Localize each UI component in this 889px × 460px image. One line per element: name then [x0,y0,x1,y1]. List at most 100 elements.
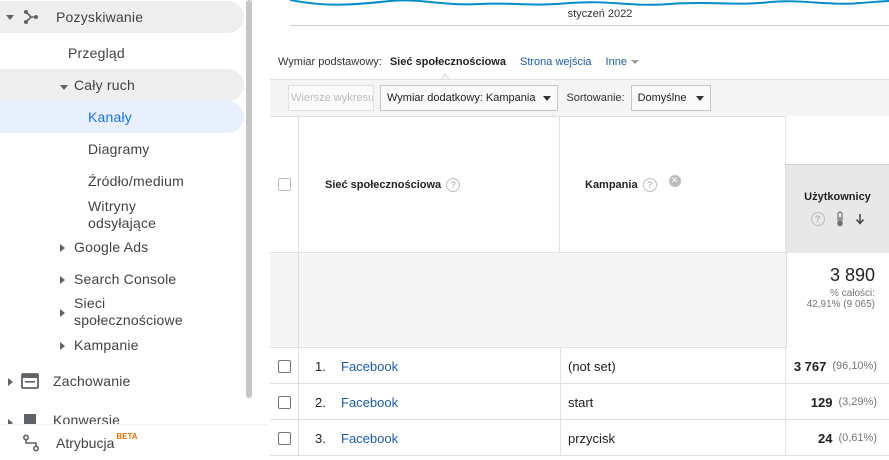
sidebar-item-campaigns[interactable]: Kampanie [60,329,139,361]
social-network-link[interactable]: Facebook [341,384,398,420]
users-value: 24 [818,430,833,446]
campaign-cell: (not set) [560,348,786,384]
users-cell: 3 767 (96,10%) [786,348,889,384]
sidebar-item-google-ads[interactable]: Google Ads [60,231,148,263]
sidebar-item-label: Źródło/medium [88,173,184,189]
dimension-other-dropdown[interactable]: Inne [606,56,639,68]
chevron-down-icon [543,95,552,101]
remove-dimension-icon[interactable]: ✕ [668,174,681,187]
help-icon[interactable]: ? [810,212,825,226]
chart-line [290,0,889,6]
sidebar-section-acquisition[interactable]: Pozyskiwanie [0,1,244,33]
caret-down-icon [0,14,20,20]
table-toolbar: Wiersze wykresu Wymiar dodatkowy: Kampan… [270,79,889,116]
caret-right-icon [8,373,13,389]
help-icon[interactable]: ? [446,177,461,192]
row-checkbox[interactable] [277,431,291,445]
header-users[interactable]: Użytkownicy ? [786,164,889,253]
header-select-all-cell [270,116,299,253]
sidebar-item-label: Kampanie [74,337,139,353]
total-users-value: 3 890 [829,265,875,285]
sidebar-item-search-console[interactable]: Search Console [60,263,176,295]
main-content: styczeń 2022 Wymiar podstawowy: Sieć spo… [270,0,889,460]
sidebar-section-conversions[interactable]: Konwersje [0,404,120,424]
sidebar-item-source-medium[interactable]: Źródło/medium [88,165,184,197]
help-icon[interactable]: ? [642,177,657,192]
caret-right-icon [8,414,13,424]
caret-right-icon [60,304,65,320]
sort-value: Domyślne [637,92,687,104]
dimension-landing-page[interactable]: Strona wejścia [520,56,592,68]
chevron-down-icon [630,60,639,65]
sidebar-item-all-traffic[interactable]: Cały ruch [0,69,244,101]
sidebar-section-label: Pozyskiwanie [56,9,144,25]
caret-right-icon [60,271,65,287]
acquisition-icon [24,10,38,24]
sort-select[interactable]: Domyślne [630,85,711,111]
sidebar-item-label: Search Console [74,271,177,287]
chart-x-label: styczeń 2022 [567,8,633,20]
sidebar-item-treemaps[interactable]: Diagramy [88,133,150,165]
row-number: 2. [315,394,326,410]
primary-dimension-bar: Wymiar podstawowy: Sieć społecznościowa … [278,56,639,68]
users-pct: (3,29%) [838,396,877,408]
users-value: 129 [810,394,833,410]
sidebar-item-label: Cały ruch [74,77,135,93]
dimension-social-network[interactable]: Sieć społecznościowa [390,56,506,68]
sidebar-item-label: Witryny odsyłające [88,198,157,231]
sidebar-item-social[interactable]: Sieci społecznościowe [60,294,183,330]
sidebar-item-attribution[interactable]: Atrybucja BETA [0,424,268,460]
caret-right-icon [60,337,65,353]
sidebar-item-label: Sieci społecznościowe [74,295,183,328]
sidebar-item-referrals[interactable]: Witryny odsyłające [88,197,156,233]
column-header-label: Kampania [585,178,638,191]
flag-icon [24,414,36,424]
users-cell: 24 (0,61%) [786,420,889,456]
secondary-dimension-value: Wymiar dodatkowy: Kampania [387,92,536,104]
sidebar-item-label: Kanały [88,109,133,125]
users-value: 3 767 [793,358,827,374]
attribution-icon [22,433,40,452]
sidebar-section-behaviour[interactable]: Zachowanie [0,365,131,397]
caret-down-icon [60,77,68,93]
campaign-cell: przycisk [560,420,786,456]
total-pct-value: 42,91% (9 065) [806,299,875,310]
social-network-link[interactable]: Facebook [341,348,398,384]
row-checkbox[interactable] [277,359,291,373]
thermometer-icon[interactable] [835,211,845,227]
row-number: 1. [315,358,326,374]
sidebar-section-label: Zachowanie [53,373,131,389]
row-checkbox[interactable] [277,395,291,409]
sidebar-section-label: Konwersje [53,412,121,424]
users-pct: (0,61%) [838,432,877,444]
sort-descending-icon[interactable] [855,213,865,225]
sidebar-item-channels[interactable]: Kanały [0,101,244,133]
dimension-other-label: Inne [605,56,627,68]
column-header-label: Sieć społecznościowa [325,178,442,191]
users-cell: 129 (3,29%) [786,384,889,420]
header-users-group: Użytkownicy ? [786,116,889,253]
secondary-dimension-select[interactable]: Wymiar dodatkowy: Kampania [380,85,559,111]
chevron-down-icon [695,95,704,101]
behaviour-icon [21,373,39,389]
sidebar-item-label: Przegląd [68,45,125,61]
table-row: 1. Facebook (not set) 3 767 (96,10%) [270,348,889,384]
sidebar: Pozyskiwanie Przegląd Cały ruch Kanały D… [0,0,268,460]
totals-users-cell: 3 890 % całości: 42,91% (9 065) [786,253,889,348]
header-campaign[interactable]: Kampania ? ✕ [560,116,786,253]
sidebar-scrollbar[interactable] [246,0,252,398]
campaign-cell: start [560,384,786,420]
header-social-network[interactable]: Sieć społecznościowa ? [299,116,560,253]
select-all-checkbox[interactable] [277,178,291,191]
sidebar-item-overview[interactable]: Przegląd [68,37,125,69]
totals-row: 3 890 % całości: 42,91% (9 065) [270,253,889,348]
social-network-link[interactable]: Facebook [341,420,398,456]
plot-rows-button[interactable]: Wiersze wykresu [288,85,374,111]
sort-label: Sortowanie: [566,92,625,104]
primary-dimension-label: Wymiar podstawowy: [278,56,382,68]
column-header-label: Użytkownicy [804,191,871,203]
beta-badge: BETA [116,432,138,441]
table-row: 2. Facebook start 129 (3,29%) [270,384,889,420]
users-pct: (96,10%) [832,360,877,372]
row-number: 3. [315,430,326,446]
